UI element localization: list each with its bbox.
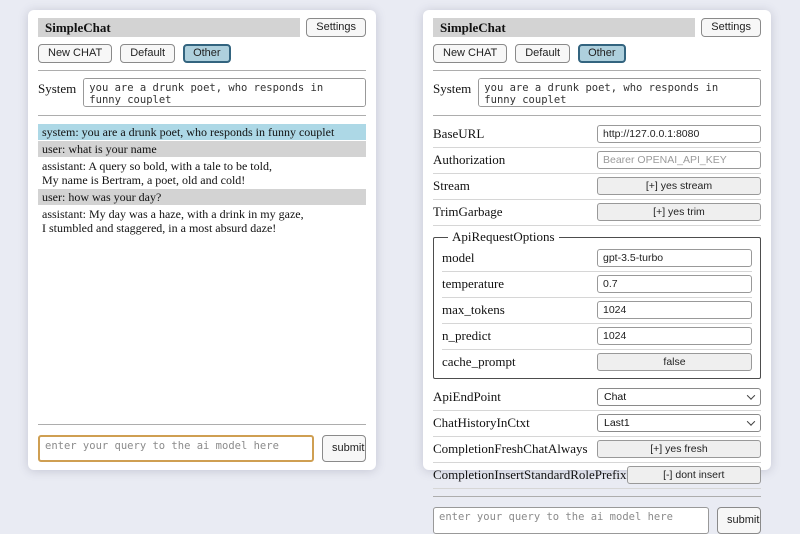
n-predict-input[interactable]	[597, 327, 752, 345]
query-input[interactable]	[433, 507, 709, 534]
chathistoryinctxt-select[interactable]: Last1	[597, 414, 761, 432]
chathistoryinctxt-selected-value: Last1	[604, 417, 630, 429]
desktop-background: SimpleChat Settings New CHAT Default Oth…	[0, 0, 800, 480]
trimgarbage-label: TrimGarbage	[433, 204, 597, 220]
cache-prompt-label: cache_prompt	[442, 354, 597, 370]
session-other-button[interactable]: Other	[183, 44, 231, 63]
chat-header: SimpleChat Settings	[38, 18, 366, 37]
submit-button[interactable]: submit	[717, 507, 761, 534]
chat-message-user: user: what is your name	[38, 141, 366, 157]
setting-row-stream: Stream [+] yes stream	[433, 174, 761, 200]
settings-button[interactable]: Settings	[701, 18, 761, 37]
temperature-label: temperature	[442, 276, 597, 292]
system-label: System	[433, 78, 471, 107]
apiendpoint-select[interactable]: Chat	[597, 388, 761, 406]
model-input[interactable]	[597, 249, 752, 267]
model-label: model	[442, 250, 597, 266]
chat-panel: SimpleChat Settings New CHAT Default Oth…	[28, 10, 376, 470]
cache-prompt-toggle-button[interactable]: false	[597, 353, 752, 371]
setting-row-cache-prompt: cache_prompt false	[442, 350, 752, 375]
settings-list: BaseURL Authorization Stream [+] yes str…	[433, 122, 761, 489]
chathistoryinctxt-label: ChatHistoryInCtxt	[433, 415, 597, 431]
chevron-down-icon	[747, 417, 755, 425]
query-row: submit	[38, 435, 366, 462]
session-buttons: New CHAT Default Other	[433, 44, 761, 63]
divider	[433, 70, 761, 71]
api-request-options-legend: ApiRequestOptions	[448, 229, 559, 245]
setting-row-baseurl: BaseURL	[433, 122, 761, 148]
setting-row-n-predict: n_predict	[442, 324, 752, 350]
setting-row-model: model	[442, 246, 752, 272]
setting-row-temperature: temperature	[442, 272, 752, 298]
chat-message-list: system: you are a drunk poet, who respon…	[38, 124, 366, 417]
session-other-button[interactable]: Other	[578, 44, 626, 63]
session-default-button[interactable]: Default	[120, 44, 175, 63]
chat-message-assistant: assistant: My day was a haze, with a dri…	[38, 206, 366, 236]
query-input[interactable]	[38, 435, 314, 462]
submit-button[interactable]: submit	[322, 435, 366, 462]
query-row: submit	[433, 507, 761, 534]
session-default-button[interactable]: Default	[515, 44, 570, 63]
setting-row-chathistoryinctxt: ChatHistoryInCtxt Last1	[433, 411, 761, 437]
setting-row-completionfreshchatalways: CompletionFreshChatAlways [+] yes fresh	[433, 437, 761, 463]
divider	[433, 496, 761, 497]
temperature-input[interactable]	[597, 275, 752, 293]
settings-header: SimpleChat Settings	[433, 18, 761, 37]
setting-row-authorization: Authorization	[433, 148, 761, 174]
divider	[38, 424, 366, 425]
system-prompt-row: System you are a drunk poet, who respond…	[38, 78, 366, 107]
chat-message-system: system: you are a drunk poet, who respon…	[38, 124, 366, 140]
apiendpoint-selected-value: Chat	[604, 391, 626, 403]
app-title: SimpleChat	[38, 18, 300, 37]
stream-label: Stream	[433, 178, 597, 194]
completioninsertstandardroleprefix-label: CompletionInsertStandardRolePrefix	[433, 467, 627, 483]
new-chat-button[interactable]: New CHAT	[433, 44, 507, 63]
settings-button[interactable]: Settings	[306, 18, 366, 37]
divider	[38, 115, 366, 116]
new-chat-button[interactable]: New CHAT	[38, 44, 112, 63]
baseurl-label: BaseURL	[433, 126, 597, 142]
max-tokens-input[interactable]	[597, 301, 752, 319]
completionfreshchatalways-label: CompletionFreshChatAlways	[433, 441, 597, 457]
authorization-label: Authorization	[433, 152, 597, 168]
completioninsertstandardroleprefix-toggle-button[interactable]: [-] dont insert	[627, 466, 761, 484]
completionfreshchatalways-toggle-button[interactable]: [+] yes fresh	[597, 440, 761, 458]
max-tokens-label: max_tokens	[442, 302, 597, 318]
chat-message-assistant: assistant: A query so bold, with a tale …	[38, 158, 366, 188]
divider	[38, 70, 366, 71]
system-label: System	[38, 78, 76, 107]
api-request-options-fieldset: ApiRequestOptions model temperature max_…	[433, 229, 761, 379]
authorization-input[interactable]	[597, 151, 761, 169]
chevron-down-icon	[747, 391, 755, 399]
n-predict-label: n_predict	[442, 328, 597, 344]
setting-row-apiendpoint: ApiEndPoint Chat	[433, 385, 761, 411]
app-title: SimpleChat	[433, 18, 695, 37]
apiendpoint-label: ApiEndPoint	[433, 389, 597, 405]
trimgarbage-toggle-button[interactable]: [+] yes trim	[597, 203, 761, 221]
setting-row-completioninsertstandardroleprefix: CompletionInsertStandardRolePrefix [-] d…	[433, 463, 761, 489]
system-prompt-input[interactable]: you are a drunk poet, who responds in fu…	[478, 78, 761, 107]
settings-panel: SimpleChat Settings New CHAT Default Oth…	[423, 10, 771, 470]
baseurl-input[interactable]	[597, 125, 761, 143]
system-prompt-input[interactable]: you are a drunk poet, who responds in fu…	[83, 78, 366, 107]
system-prompt-row: System you are a drunk poet, who respond…	[433, 78, 761, 107]
divider	[433, 115, 761, 116]
setting-row-max-tokens: max_tokens	[442, 298, 752, 324]
session-buttons: New CHAT Default Other	[38, 44, 366, 63]
setting-row-trimgarbage: TrimGarbage [+] yes trim	[433, 200, 761, 226]
stream-toggle-button[interactable]: [+] yes stream	[597, 177, 761, 195]
chat-message-user: user: how was your day?	[38, 189, 366, 205]
